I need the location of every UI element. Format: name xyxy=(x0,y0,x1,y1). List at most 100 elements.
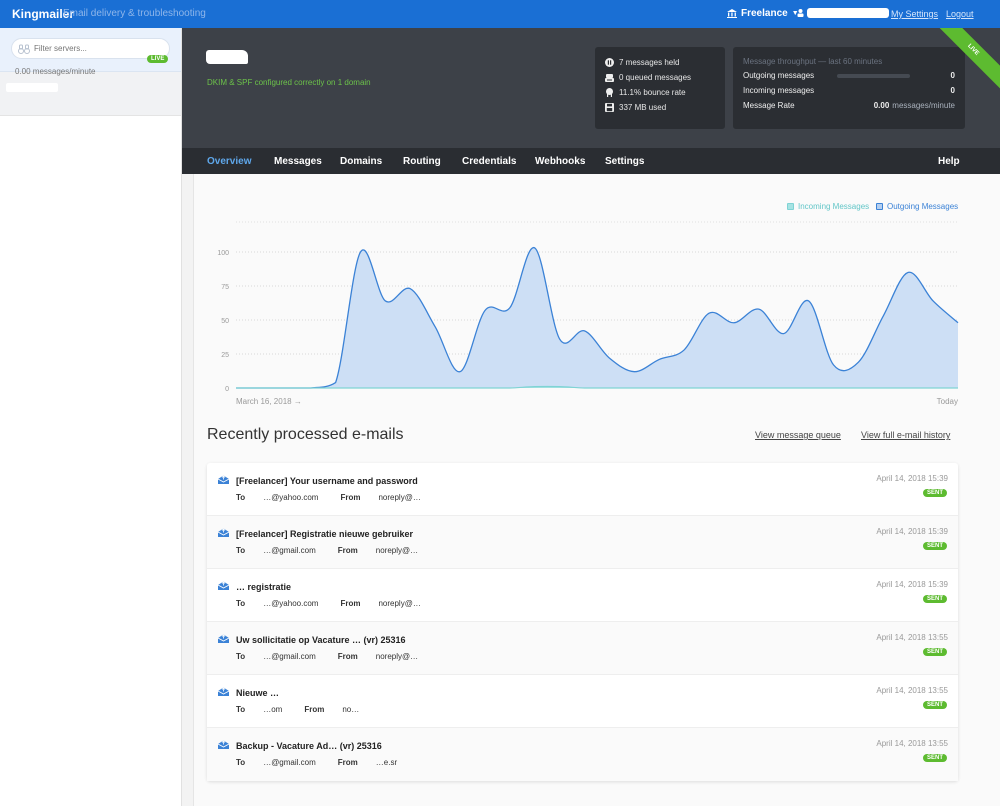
filter-bar xyxy=(0,28,181,72)
throughput-box: Message throughput — last 60 minutes Out… xyxy=(733,47,965,129)
rate-unit: messages/minute xyxy=(892,101,955,110)
email-from: noreply@… xyxy=(378,493,421,502)
from-label: From xyxy=(337,758,358,767)
bounce-icon xyxy=(606,88,613,97)
tab-settings[interactable]: Settings xyxy=(605,156,644,167)
email-subject[interactable]: [Freelancer] Your username and password xyxy=(236,476,418,486)
stat-held[interactable]: 7 messages held xyxy=(605,55,715,70)
email-row[interactable]: [Freelancer] Your username and password T… xyxy=(207,463,958,516)
legend-outgoing[interactable]: Outgoing Messages xyxy=(876,202,958,211)
stat-queued-text: 0 queued messages xyxy=(619,73,692,82)
legend-incoming-swatch xyxy=(787,203,794,210)
y-tick-label: 50 xyxy=(221,318,229,325)
content-gutter xyxy=(182,174,194,806)
binoculars-icon xyxy=(18,44,30,54)
from-label: From xyxy=(337,652,358,661)
email-date: April 14, 2018 15:39 xyxy=(876,580,948,589)
email-row[interactable]: Backup - Vacature Ad… (vr) 25316 To …@gmai… xyxy=(207,728,958,781)
email-from: …e.sr xyxy=(375,758,398,767)
email-meta: To …@yahoo.com From noreply@… xyxy=(236,493,443,502)
user-icon xyxy=(797,9,804,17)
email-status-badge: SENT xyxy=(922,489,947,497)
email-meta: To …@gmail.com From noreply@… xyxy=(236,546,440,555)
email-row[interactable]: … registratie To …@yahoo.com From noreply@… A… xyxy=(207,569,958,622)
outgoing-area xyxy=(236,247,958,388)
envelope-outbox-icon xyxy=(218,528,229,537)
bank-icon xyxy=(727,9,737,18)
outgoing-progress-bar xyxy=(837,73,910,78)
tab-domains[interactable]: Domains xyxy=(340,156,382,167)
rate-value: 0.00 messages/minute xyxy=(874,101,955,110)
tab-overview[interactable]: Overview xyxy=(207,156,251,167)
email-to: …@yahoo.com xyxy=(263,493,319,502)
tab-routing[interactable]: Routing xyxy=(403,156,441,167)
stat-queued[interactable]: 0 queued messages xyxy=(605,70,715,85)
legend-outgoing-label: Outgoing Messages xyxy=(887,202,959,211)
server-stats-box: 7 messages held 0 queued messages 11.1% … xyxy=(595,47,725,129)
organization-switcher[interactable]: Freelance ▼ xyxy=(727,8,799,19)
filter-servers-field[interactable] xyxy=(11,38,170,59)
throughput-title: Message throughput — last 60 minutes xyxy=(743,57,883,66)
email-row[interactable]: Nieuwe … To …om From no… April 14, 2018 13:55… xyxy=(207,675,958,728)
email-row[interactable]: [Freelancer] Registratie nieuwe gebruike… xyxy=(207,516,958,569)
floppy-disk-icon xyxy=(605,103,614,112)
filter-servers-input[interactable] xyxy=(34,44,154,53)
view-history-link[interactable]: View full e-mail history xyxy=(861,430,950,440)
to-label: To xyxy=(236,758,246,767)
logout-link[interactable]: Logout xyxy=(946,9,974,19)
email-date: April 14, 2018 13:55 xyxy=(876,633,948,642)
y-tick-label: 0 xyxy=(225,386,229,393)
tab-credentials[interactable]: Credentials xyxy=(462,156,516,167)
envelope-outbox-icon xyxy=(218,687,229,696)
tab-webhooks[interactable]: Webhooks xyxy=(535,156,585,167)
from-label: From xyxy=(340,493,361,502)
server-list-item[interactable] xyxy=(0,72,181,116)
email-status-badge: SENT xyxy=(922,595,947,603)
user-menu[interactable] xyxy=(797,8,889,18)
stat-bounce[interactable]: 11.1% bounce rate xyxy=(605,85,715,100)
envelope-outbox-icon xyxy=(218,740,229,749)
email-status-badge: SENT xyxy=(922,648,947,656)
stat-held-text: 7 messages held xyxy=(619,58,680,67)
legend-incoming[interactable]: Incoming Messages xyxy=(787,202,869,211)
incoming-label: Incoming messages xyxy=(743,86,815,95)
to-label: To xyxy=(236,705,246,714)
email-subject[interactable]: Nieuwe … xyxy=(236,688,279,698)
view-queue-link[interactable]: View message queue xyxy=(755,430,841,440)
email-row[interactable]: Uw sollicitatie op Vacature … (vr) 25316… xyxy=(207,622,958,675)
tab-help[interactable]: Help xyxy=(938,156,960,167)
incoming-value: 0 xyxy=(950,86,955,95)
email-date: April 14, 2018 15:39 xyxy=(876,474,948,483)
my-settings-link[interactable]: My Settings xyxy=(891,9,938,19)
email-subject[interactable]: Uw sollicitatie op Vacature … (vr) 25316 xyxy=(236,635,406,645)
pause-icon xyxy=(605,58,614,67)
to-label: To xyxy=(236,599,246,608)
server-nav: Overview Messages Domains Routing Creden… xyxy=(182,148,1000,174)
throughput-outgoing: Outgoing messages 0 xyxy=(743,68,955,83)
user-name-redacted xyxy=(807,8,889,18)
to-label: To xyxy=(236,493,246,502)
envelope-outbox-icon xyxy=(218,634,229,643)
from-label: From xyxy=(340,599,361,608)
email-status-badge: SENT xyxy=(922,754,947,762)
y-tick-label: 100 xyxy=(217,250,229,257)
email-subject[interactable]: … registratie xyxy=(236,582,291,592)
email-to: …om xyxy=(263,705,283,714)
stat-storage[interactable]: 337 MB used xyxy=(605,100,715,115)
email-date: April 14, 2018 15:39 xyxy=(876,527,948,536)
server-header: DKIM & SPF configured correctly on 1 dom… xyxy=(182,28,1000,148)
dkim-status: DKIM & SPF configured correctly on 1 dom… xyxy=(207,78,371,87)
email-date: April 14, 2018 13:55 xyxy=(876,686,948,695)
server-sidebar xyxy=(0,28,182,806)
rate-number: 0.00 xyxy=(873,101,890,110)
server-name-redacted xyxy=(6,83,58,92)
stat-storage-text: 337 MB used xyxy=(619,103,667,112)
x-axis-start-label: March 16, 2018 → xyxy=(236,397,302,406)
top-bar: Kingmailer Email delivery & troubleshoot… xyxy=(0,0,1000,28)
organization-name: Freelance xyxy=(741,8,788,19)
email-from: no… xyxy=(342,705,360,714)
to-label: To xyxy=(236,652,246,661)
email-subject[interactable]: [Freelancer] Registratie nieuwe gebruike… xyxy=(236,529,413,539)
tab-messages[interactable]: Messages xyxy=(274,156,322,167)
email-subject[interactable]: Backup - Vacature Ad… (vr) 25316 xyxy=(236,741,382,751)
